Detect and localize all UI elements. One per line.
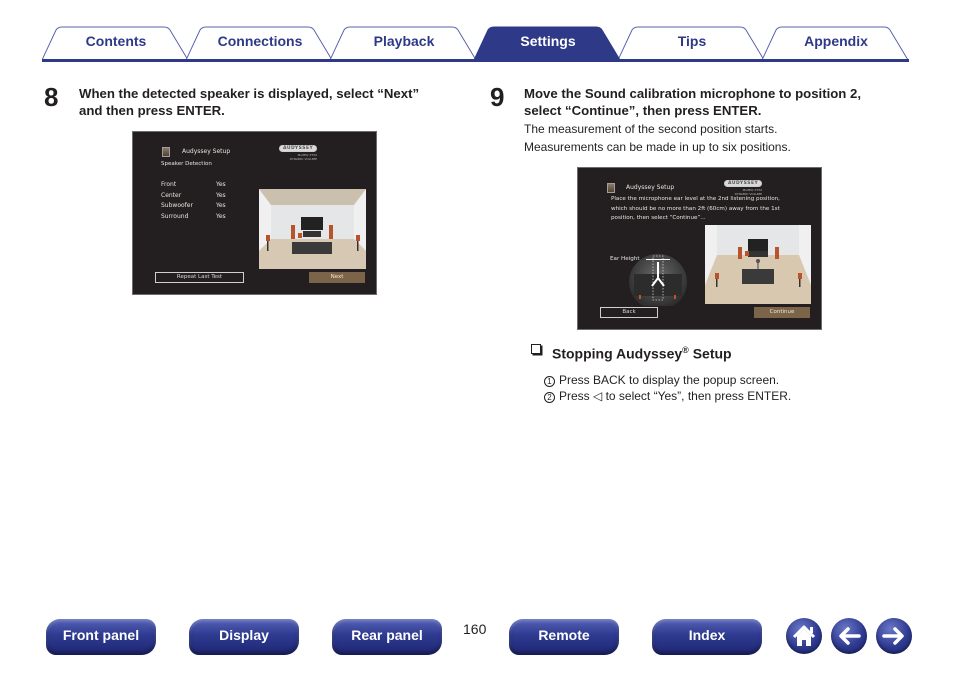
front-panel-button[interactable]: Front panel (46, 619, 156, 655)
audyssey-logo: AUDYSSEY (724, 180, 763, 187)
home-button[interactable] (786, 618, 822, 654)
remote-button[interactable]: Remote (509, 619, 619, 655)
speaker-detection-screen: Audyssey Setup AUDYSSEY MultEQ XT32 DYNA… (132, 131, 377, 295)
speaker-icon (607, 183, 615, 193)
step-9-title-line2: select “Continue”, then press ENTER. (524, 103, 762, 118)
step-9-title-line1: Move the Sound calibration microphone to… (524, 86, 862, 101)
row-label: Front (161, 181, 177, 188)
screen-subtitle: Speaker Detection (161, 161, 212, 167)
message-line1: Place the microphone ear level at the 2n… (611, 196, 780, 202)
step-9-number: 9 (490, 82, 505, 112)
tab-label: Settings (520, 33, 576, 49)
tab-contents[interactable]: Contents (42, 26, 190, 60)
home-icon (792, 625, 816, 646)
stopping-step-2: 2 Press ◁ to select “Yes”, then press ENT… (544, 387, 791, 405)
tab-label: Tips (677, 33, 707, 49)
audyssey-logo: AUDYSSEY (279, 145, 318, 152)
step-9-body-line2: Measurements can be made in up to six po… (524, 140, 791, 154)
page-number: 160 (463, 621, 487, 637)
row-label: Surround (161, 213, 189, 220)
step-8-title-line2: and then press ENTER. (79, 103, 225, 118)
message-line3: position, then select “Continue”... (611, 215, 706, 221)
back-arrow-icon (839, 627, 861, 645)
microphone-position-screen: Audyssey Setup AUDYSSEY MultEQ XT32 DYNA… (577, 167, 822, 330)
registered-mark: ® (682, 345, 689, 355)
tab-label: Contents (85, 33, 147, 49)
continue-button[interactable]: Continue (754, 307, 810, 318)
heading-suffix: Setup (688, 345, 732, 362)
tab-appendix[interactable]: Appendix (762, 26, 910, 60)
display-button[interactable]: Display (189, 619, 299, 655)
logo-sub-dynvol: DYNAMIC VOLUME (289, 157, 317, 161)
step-text: Press BACK to display the popup screen. (559, 373, 780, 387)
circled-number: 2 (544, 392, 555, 403)
room-illustration (705, 225, 811, 304)
message-line2: which should be no more than 2ft (60cm) … (611, 206, 780, 212)
stopping-setup-heading: Stopping Audyssey® Setup (552, 345, 732, 362)
tab-tips[interactable]: Tips (618, 26, 766, 60)
tab-label: Playback (373, 33, 435, 49)
speaker-icon (162, 147, 170, 157)
repeat-last-test-button[interactable]: Repeat Last Test (155, 272, 244, 283)
checkbox-square-icon (531, 344, 541, 354)
tab-settings[interactable]: Settings (474, 26, 622, 60)
tab-playback[interactable]: Playback (330, 26, 478, 60)
tab-label: Connections (217, 33, 303, 49)
forward-arrow-icon (882, 627, 904, 645)
ear-height-line (646, 259, 670, 260)
row-value: Yes (216, 181, 226, 188)
screen-header: Audyssey Setup (182, 148, 231, 155)
heading-text: Stopping Audyssey (552, 345, 683, 362)
tab-underline (42, 59, 909, 62)
step-text: Press ◁ to select “Yes”, then press ENTE… (559, 389, 792, 403)
row-value: Yes (216, 192, 226, 199)
rear-panel-button[interactable]: Rear panel (332, 619, 442, 655)
back-button[interactable]: Back (600, 307, 658, 318)
step-9-body-line1: The measurement of the second position s… (524, 122, 778, 136)
step-8-number: 8 (44, 82, 59, 112)
room-illustration (259, 189, 366, 269)
row-label: Center (161, 192, 182, 199)
next-button[interactable]: Next (309, 272, 365, 283)
tab-connections[interactable]: Connections (186, 26, 334, 60)
row-value: Yes (216, 202, 226, 209)
circled-number: 1 (544, 376, 555, 387)
row-value: Yes (216, 213, 226, 220)
back-page-button[interactable] (831, 618, 867, 654)
step-8-title-line1: When the detected speaker is displayed, … (79, 86, 420, 101)
row-label: Subwoofer (161, 202, 193, 209)
tab-label: Appendix (804, 33, 868, 49)
ear-height-label: Ear Height (610, 256, 640, 262)
forward-page-button[interactable] (876, 618, 912, 654)
screen-header: Audyssey Setup (626, 184, 675, 191)
tab-bar: Contents Connections Playback Tips Appen… (42, 26, 910, 62)
index-button[interactable]: Index (652, 619, 762, 655)
